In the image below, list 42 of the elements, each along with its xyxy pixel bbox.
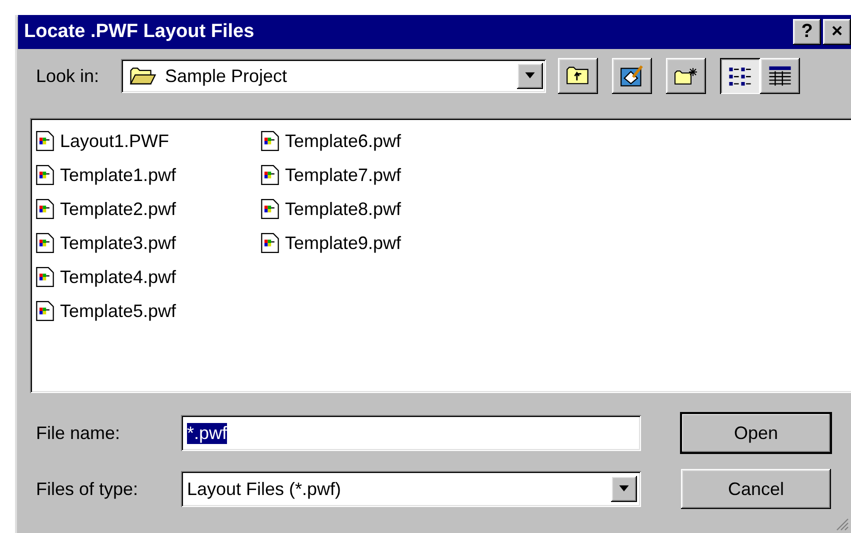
file-icon <box>261 131 279 151</box>
look-in-label: Look in: <box>35 66 100 86</box>
details-view-button[interactable] <box>760 58 800 94</box>
file-item[interactable]: Template9.pwf <box>261 226 486 260</box>
help-button[interactable]: ? <box>793 19 821 45</box>
file-type-label: Files of type: <box>35 478 140 500</box>
file-item[interactable]: Template5.pwf <box>36 294 261 328</box>
file-item[interactable]: Template4.pwf <box>36 260 261 294</box>
close-button[interactable]: × <box>823 19 851 45</box>
file-icon <box>36 199 54 219</box>
file-item[interactable]: Template8.pwf <box>261 192 486 226</box>
file-item[interactable]: Template2.pwf <box>36 192 261 226</box>
file-item[interactable]: Layout1.PWF <box>36 124 261 158</box>
file-icon <box>261 165 279 185</box>
file-item[interactable]: Template3.pwf <box>36 226 261 260</box>
file-name-field[interactable]: *.pwf <box>181 415 641 451</box>
file-item[interactable]: Template7.pwf <box>261 158 486 192</box>
list-view-button[interactable] <box>720 58 760 94</box>
details-view-icon <box>768 65 792 87</box>
file-icon <box>36 267 54 287</box>
file-type-dropdown[interactable]: Layout Files (*.pwf) <box>181 471 641 507</box>
file-icon <box>36 131 54 151</box>
desktop-button[interactable] <box>612 58 652 94</box>
new-folder-button[interactable] <box>666 58 706 94</box>
up-folder-icon <box>566 65 590 87</box>
look-in-dropdown[interactable]: Sample Project <box>121 59 546 93</box>
file-icon <box>36 165 54 185</box>
file-icon <box>36 233 54 253</box>
file-item[interactable]: Template1.pwf <box>36 158 261 192</box>
window-title: Locate .PWF Layout Files <box>24 21 254 43</box>
list-view-icon <box>728 65 752 87</box>
file-icon <box>36 301 54 321</box>
up-folder-button[interactable] <box>558 58 598 94</box>
resize-grip-icon <box>835 517 849 531</box>
file-item[interactable]: Template6.pwf <box>261 124 486 158</box>
cancel-button[interactable]: Cancel <box>681 469 831 509</box>
new-folder-icon <box>674 65 698 87</box>
file-name-label: File name: <box>35 422 122 444</box>
file-icon <box>261 199 279 219</box>
folder-icon <box>129 66 157 86</box>
file-icon <box>261 233 279 253</box>
open-button[interactable]: Open <box>681 413 831 453</box>
